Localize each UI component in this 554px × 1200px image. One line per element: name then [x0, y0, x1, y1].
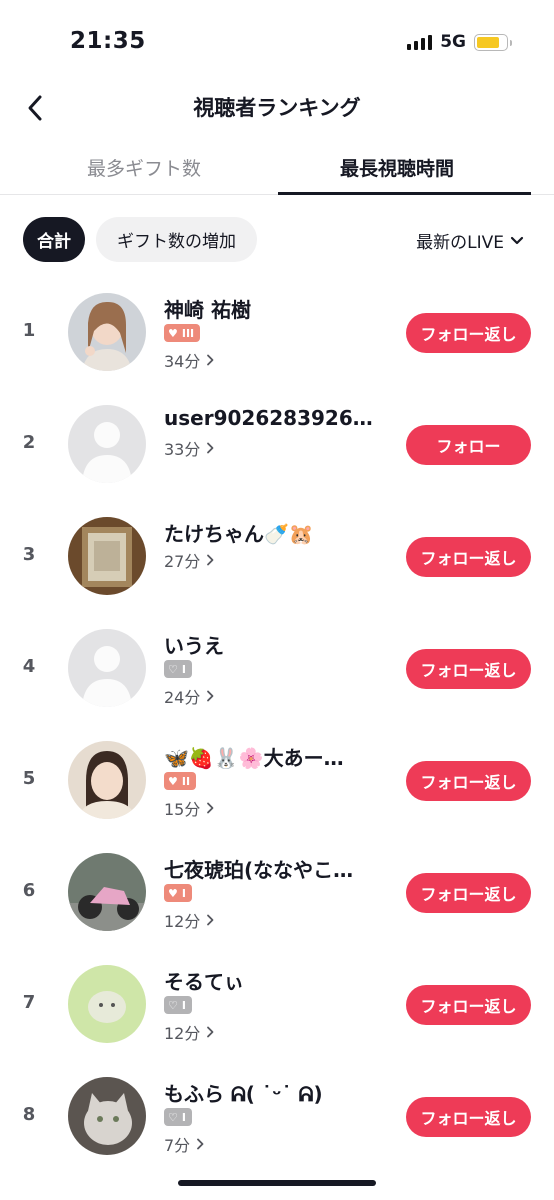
home-indicator: [178, 1180, 376, 1186]
filter-chip-total[interactable]: 合計: [23, 217, 85, 262]
chevron-right-icon: [207, 914, 214, 926]
ranking-row: 4 いうえ ♡ I 24分 フォロー返し: [0, 612, 554, 724]
page-title: 視聴者ランキング: [193, 96, 361, 120]
viewer-name: いうえ: [164, 634, 224, 658]
heart-icon: ♥: [168, 326, 178, 340]
ranking-row: 7 そるてぃ ♡ I 12分 フォロー返し: [0, 948, 554, 1060]
watch-time[interactable]: 34分: [164, 348, 214, 372]
avatar[interactable]: [68, 293, 146, 371]
status-indicators: 5G: [407, 32, 512, 52]
chevron-down-icon: [510, 236, 524, 244]
viewer-name: もふら ᕱ( ˙ᵕ˙ ᕱ): [164, 1082, 323, 1106]
follow-back-button[interactable]: フォロー返し: [406, 761, 531, 801]
avatar[interactable]: [68, 965, 146, 1043]
ranking-row: 2 user90262839267… 33分 フォロー: [0, 388, 554, 500]
follow-back-button[interactable]: フォロー返し: [406, 313, 531, 353]
watch-time[interactable]: 33分: [164, 436, 214, 460]
rank-number: 4: [22, 656, 36, 677]
active-tab-indicator: [278, 192, 531, 195]
watch-time[interactable]: 12分: [164, 1020, 214, 1044]
chevron-right-icon: [207, 802, 214, 814]
ranking-row: 8 もふら ᕱ( ˙ᵕ˙ ᕱ) ♡ I 7分 フォロー返し: [0, 1060, 554, 1172]
fan-level-badge: ♡ I: [164, 660, 192, 678]
follow-back-button[interactable]: フォロー返し: [406, 537, 531, 577]
nav-bar: 視聴者ランキング: [0, 80, 554, 136]
follow-back-button[interactable]: フォロー返し: [406, 649, 531, 689]
rank-number: 7: [22, 992, 36, 1013]
avatar[interactable]: [68, 741, 146, 819]
network-type: 5G: [440, 32, 466, 52]
heart-icon: ♥: [168, 774, 178, 788]
watch-time[interactable]: 15分: [164, 796, 214, 820]
status-bar: 21:35 5G: [0, 0, 554, 80]
tab-most-gifts[interactable]: 最多ギフト数: [87, 154, 201, 181]
fan-level-badge: ♥ III: [164, 324, 201, 342]
viewer-name: 七夜琥珀(ななやこ…: [164, 858, 354, 882]
filter-bar: 合計 ギフト数の増加 最新のLIVE: [0, 217, 554, 263]
fan-level-badge: ♡ I: [164, 1108, 192, 1126]
chevron-right-icon: [207, 690, 214, 702]
avatar[interactable]: [68, 517, 146, 595]
chevron-right-icon: [207, 1026, 214, 1038]
watch-time[interactable]: 24分: [164, 684, 214, 708]
sort-label: 最新のLIVE: [416, 233, 504, 253]
filter-chip-gift-increase[interactable]: ギフト数の増加: [96, 217, 257, 262]
ranking-row: 1 神崎 祐樹 ♥ III 34分 フォロー返し: [0, 276, 554, 388]
viewer-name: たけちゃん🍼🐹: [164, 522, 314, 546]
avatar-placeholder[interactable]: [68, 405, 146, 483]
fan-level-badge: ♥ II: [164, 772, 197, 790]
viewer-name: そるてぃ: [164, 970, 244, 994]
rank-number: 8: [22, 1104, 36, 1125]
chevron-right-icon: [207, 554, 214, 566]
watch-time[interactable]: 7分: [164, 1132, 204, 1156]
viewer-name: user90262839267…: [164, 406, 382, 430]
rank-number: 1: [22, 320, 36, 341]
battery-icon: [474, 33, 512, 51]
follow-back-button[interactable]: フォロー返し: [406, 1097, 531, 1137]
fan-level-badge: ♥ I: [164, 884, 192, 902]
ranking-row: 6 七夜琥珀(ななやこ… ♥ I 12分 フォロー返し: [0, 836, 554, 948]
avatar[interactable]: [68, 1077, 146, 1155]
chevron-right-icon: [197, 1138, 204, 1150]
rank-number: 3: [22, 544, 36, 565]
rank-number: 5: [22, 768, 36, 789]
tab-longest-watch-time[interactable]: 最長視聴時間: [340, 154, 454, 181]
viewer-name: 神崎 祐樹: [164, 298, 251, 322]
heart-icon: ♡: [168, 998, 178, 1012]
tab-bar: 最多ギフト数 最長視聴時間: [0, 142, 554, 195]
ranking-row: 3 たけちゃん🍼🐹 27分 フォロー返し: [0, 500, 554, 612]
signal-icon: [407, 34, 433, 50]
status-time: 21:35: [70, 28, 146, 54]
heart-icon: ♥: [168, 886, 178, 900]
follow-back-button[interactable]: フォロー返し: [406, 985, 531, 1025]
heart-icon: ♡: [168, 662, 178, 676]
rank-number: 2: [22, 432, 36, 453]
fan-level-badge: ♡ I: [164, 996, 192, 1014]
ranking-row: 5 🦋🍓🐰🌸大あー… ♥ II 15分 フォロー返し: [0, 724, 554, 836]
heart-icon: ♡: [168, 1110, 178, 1124]
chevron-right-icon: [207, 442, 214, 454]
follow-back-button[interactable]: フォロー返し: [406, 873, 531, 913]
chevron-right-icon: [207, 354, 214, 366]
avatar[interactable]: [68, 853, 146, 931]
viewer-name: 🦋🍓🐰🌸大あー…: [164, 746, 344, 770]
avatar-placeholder[interactable]: [68, 629, 146, 707]
watch-time[interactable]: 27分: [164, 548, 214, 572]
live-sort-dropdown[interactable]: 最新のLIVE: [416, 228, 524, 253]
follow-button[interactable]: フォロー: [406, 425, 531, 465]
rank-number: 6: [22, 880, 36, 901]
watch-time[interactable]: 12分: [164, 908, 214, 932]
